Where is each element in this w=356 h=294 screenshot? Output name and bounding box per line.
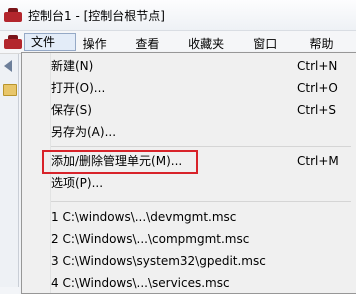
red-highlight-box bbox=[42, 150, 198, 174]
menu-separator bbox=[51, 146, 351, 147]
menu-item-shortcut: Ctrl+N bbox=[297, 59, 338, 73]
menu-file[interactable]: 文件(F) bbox=[24, 33, 76, 65]
file-menu-dropdown: 新建(N) Ctrl+N 打开(O)... Ctrl+O 保存(S) Ctrl+… bbox=[21, 52, 356, 294]
recent-file-label: 4 C:\Windows\...\services.msc bbox=[51, 276, 230, 290]
system-menu-icon[interactable] bbox=[4, 35, 22, 49]
title-bar: 控制台1 - [控制台根节点] bbox=[0, 0, 356, 31]
menu-item-shortcut: Ctrl+O bbox=[297, 81, 338, 95]
menu-item-save[interactable]: 保存(S) Ctrl+S bbox=[51, 99, 351, 121]
menu-item-label: 保存(S) bbox=[51, 103, 92, 117]
menu-item-options[interactable]: 选项(P)... bbox=[51, 172, 351, 194]
menu-help[interactable]: 帮助(H) bbox=[302, 33, 356, 69]
recent-file-label: 2 C:\Windows\...\compmgmt.msc bbox=[51, 232, 250, 246]
menu-view[interactable]: 查看(V) bbox=[128, 33, 181, 69]
menu-item-label: 选项(P)... bbox=[51, 176, 104, 190]
menu-item-label: 另存为(A)... bbox=[51, 125, 117, 139]
menu-favorites[interactable]: 收藏夹(O) bbox=[181, 33, 246, 69]
menu-item-shortcut: Ctrl+M bbox=[297, 154, 339, 168]
toolbar-strip bbox=[0, 54, 19, 287]
menu-item-label: 打开(O)... bbox=[51, 81, 106, 95]
menu-item-recent-1[interactable]: 1 C:\windows\...\devmgmt.msc bbox=[51, 206, 351, 228]
menu-item-label: 新建(N) bbox=[51, 59, 94, 73]
mmc-console-icon bbox=[4, 8, 22, 22]
menu-action[interactable]: 操作(A) bbox=[76, 33, 129, 69]
menu-item-new[interactable]: 新建(N) Ctrl+N bbox=[51, 55, 351, 77]
menu-item-recent-4[interactable]: 4 C:\Windows\...\services.msc bbox=[51, 272, 351, 294]
menu-window[interactable]: 窗口(W) bbox=[246, 33, 302, 69]
menu-item-save-as[interactable]: 另存为(A)... bbox=[51, 121, 351, 143]
folder-icon[interactable] bbox=[3, 84, 17, 96]
menu-item-shortcut: Ctrl+S bbox=[297, 103, 337, 117]
menu-bar: 文件(F) 操作(A) 查看(V) 收藏夹(O) 窗口(W) 帮助(H) bbox=[0, 31, 356, 69]
menu-separator bbox=[51, 201, 351, 202]
back-arrow-icon[interactable] bbox=[4, 60, 12, 72]
menu-item-recent-3[interactable]: 3 C:\Windows\system32\gpedit.msc bbox=[51, 250, 351, 272]
recent-file-label: 3 C:\Windows\system32\gpedit.msc bbox=[51, 254, 266, 268]
menu-item-open[interactable]: 打开(O)... Ctrl+O bbox=[51, 77, 351, 99]
recent-file-label: 1 C:\windows\...\devmgmt.msc bbox=[51, 210, 237, 224]
window-title: 控制台1 - [控制台根节点] bbox=[28, 8, 165, 23]
menu-item-recent-2[interactable]: 2 C:\Windows\...\compmgmt.msc bbox=[51, 228, 351, 250]
